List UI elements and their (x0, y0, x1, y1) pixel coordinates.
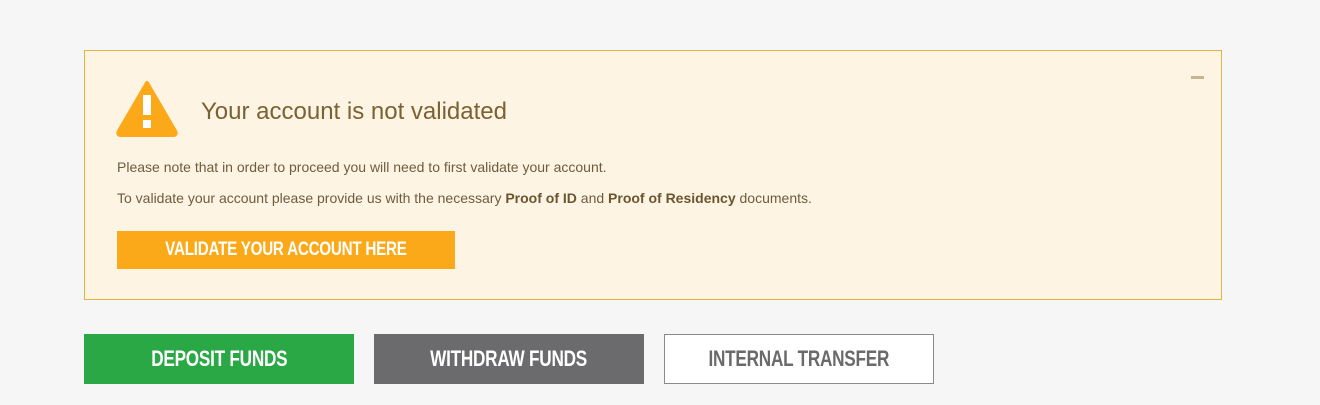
proof-of-residency-text: Proof of Residency (608, 190, 736, 206)
internal-transfer-button[interactable]: INTERNAL TRANSFER (664, 334, 934, 384)
alert-message-line2: To validate your account please provide … (117, 189, 812, 207)
account-validation-alert: Your account is not validated Please not… (84, 50, 1222, 300)
deposit-funds-button[interactable]: DEPOSIT FUNDS (84, 334, 354, 384)
validate-account-button-label: VALIDATE YOUR ACCOUNT HERE (165, 239, 407, 260)
alert-title: Your account is not validated (201, 98, 507, 125)
internal-transfer-label: INTERNAL TRANSFER (708, 346, 890, 371)
minus-icon[interactable] (1191, 76, 1204, 79)
alert-message-line1: Please note that in order to proceed you… (117, 159, 607, 175)
withdraw-funds-label: WITHDRAW FUNDS (430, 346, 588, 371)
alert-message-suffix: documents. (735, 190, 812, 206)
alert-message-mid: and (576, 190, 609, 206)
alert-message-prefix: To validate your account please provide … (117, 190, 506, 206)
proof-of-id-text: Proof of ID (505, 190, 577, 206)
validate-account-button[interactable]: VALIDATE YOUR ACCOUNT HERE (117, 231, 455, 269)
deposit-funds-label: DEPOSIT FUNDS (150, 346, 288, 371)
withdraw-funds-button[interactable]: WITHDRAW FUNDS (374, 334, 644, 384)
warning-triangle-icon (116, 81, 178, 137)
